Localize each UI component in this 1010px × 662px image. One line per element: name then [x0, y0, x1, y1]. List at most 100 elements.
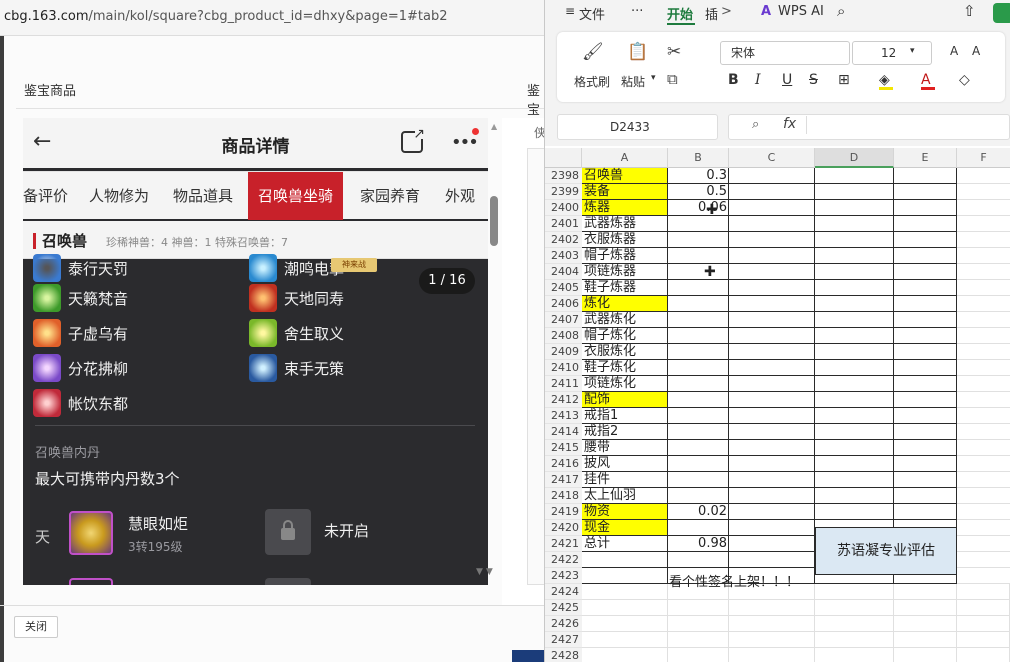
- cell-c[interactable]: [729, 232, 815, 248]
- cell-e[interactable]: [894, 632, 957, 648]
- cell-d[interactable]: [815, 616, 894, 632]
- skill-item[interactable]: 天地同寿: [249, 283, 344, 313]
- format-painter-label[interactable]: 格式刷: [574, 73, 610, 90]
- format-painter-icon[interactable]: 🖌: [582, 42, 604, 62]
- cell-d[interactable]: [815, 440, 894, 456]
- cell-a[interactable]: 炼器: [582, 200, 668, 216]
- cell-b[interactable]: [668, 280, 729, 296]
- strikethrough-icon[interactable]: S: [809, 72, 818, 88]
- cell-b[interactable]: [668, 648, 729, 662]
- cell-c[interactable]: [729, 296, 815, 312]
- cell-e[interactable]: [894, 248, 957, 264]
- cell-b[interactable]: [668, 616, 729, 632]
- skill-item[interactable]: 子虚乌有: [33, 318, 128, 348]
- close-button[interactable]: 关闭: [14, 616, 58, 638]
- column-header[interactable]: E: [894, 148, 957, 168]
- cell-f[interactable]: [957, 424, 1010, 440]
- paste-label[interactable]: 粘贴: [621, 73, 645, 90]
- underline-icon[interactable]: U: [782, 72, 792, 88]
- cell-a[interactable]: 披风: [582, 456, 668, 472]
- cell-a[interactable]: 装备: [582, 184, 668, 200]
- bold-icon[interactable]: B: [728, 72, 739, 88]
- cell-f[interactable]: [957, 168, 1010, 184]
- cell-f[interactable]: [957, 472, 1010, 488]
- cell-f[interactable]: [957, 200, 1010, 216]
- cell-b[interactable]: [668, 344, 729, 360]
- cell-e[interactable]: [894, 312, 957, 328]
- column-header[interactable]: A: [582, 148, 668, 168]
- cell-f[interactable]: [957, 632, 1010, 648]
- cell-e[interactable]: [894, 456, 957, 472]
- cell-c[interactable]: [729, 376, 815, 392]
- cell-a[interactable]: 召唤兽: [582, 168, 668, 184]
- cell-b[interactable]: [668, 632, 729, 648]
- cell-a[interactable]: 衣服炼器: [582, 232, 668, 248]
- cell-c[interactable]: [729, 488, 815, 504]
- column-header[interactable]: F: [957, 148, 1010, 168]
- cell-e[interactable]: [894, 328, 957, 344]
- cell-d[interactable]: [815, 216, 894, 232]
- cell-f[interactable]: [957, 392, 1010, 408]
- cell-e[interactable]: [894, 376, 957, 392]
- cell-d[interactable]: [815, 648, 894, 662]
- cell-e[interactable]: [894, 488, 957, 504]
- fill-color-icon[interactable]: ◈: [879, 72, 890, 88]
- cell-e[interactable]: [894, 264, 957, 280]
- paste-icon[interactable]: 📋: [627, 42, 648, 62]
- hamburger-icon[interactable]: ≡: [565, 4, 575, 18]
- tab-appearance[interactable]: 外观: [445, 172, 475, 220]
- cell-c[interactable]: [729, 168, 815, 184]
- cell-f[interactable]: [957, 376, 1010, 392]
- cell-e[interactable]: [894, 168, 957, 184]
- cell-c[interactable]: [729, 440, 815, 456]
- cell-b[interactable]: 0.98: [668, 536, 729, 552]
- cell-b[interactable]: [668, 424, 729, 440]
- neidan-icon[interactable]: [69, 511, 113, 555]
- decrease-font-icon[interactable]: A: [972, 44, 980, 58]
- cell-f[interactable]: [957, 600, 1010, 616]
- cell-f[interactable]: [957, 280, 1010, 296]
- cell-c[interactable]: [729, 360, 815, 376]
- url-text[interactable]: cbg.163.com/main/kol/square?cbg_product_…: [4, 9, 447, 24]
- cell-e[interactable]: [894, 408, 957, 424]
- name-box[interactable]: D2433: [557, 114, 718, 140]
- cell-e[interactable]: [894, 472, 957, 488]
- cell-e[interactable]: [894, 440, 957, 456]
- cell-e[interactable]: [894, 296, 957, 312]
- cell-f[interactable]: [957, 568, 1010, 584]
- cell-a[interactable]: 帽子炼化: [582, 328, 668, 344]
- cell-a[interactable]: [582, 616, 668, 632]
- cell-f[interactable]: [957, 216, 1010, 232]
- cell-d[interactable]: [815, 312, 894, 328]
- font-color-icon[interactable]: A: [921, 72, 931, 88]
- cell-b[interactable]: [668, 552, 729, 568]
- cell-a[interactable]: 挂件: [582, 472, 668, 488]
- cell-e[interactable]: [894, 232, 957, 248]
- cell-c[interactable]: [729, 216, 815, 232]
- cell-e[interactable]: [894, 280, 957, 296]
- cell-c[interactable]: [729, 312, 815, 328]
- menu-more[interactable]: ···: [631, 4, 643, 19]
- cell-a[interactable]: 物资: [582, 504, 668, 520]
- cell-d[interactable]: [815, 504, 894, 520]
- font-size-select[interactable]: 12: [852, 41, 932, 65]
- cell-e[interactable]: [894, 584, 957, 600]
- cell-e[interactable]: [894, 648, 957, 662]
- cell-d[interactable]: [815, 392, 894, 408]
- cell-f[interactable]: [957, 328, 1010, 344]
- cell-d[interactable]: [815, 232, 894, 248]
- cell-c[interactable]: [729, 456, 815, 472]
- cell-b[interactable]: 0.3: [668, 168, 729, 184]
- cell-e[interactable]: [894, 600, 957, 616]
- cell-d[interactable]: [815, 264, 894, 280]
- search-icon[interactable]: ⌕: [837, 2, 845, 20]
- cell-f[interactable]: [957, 520, 1010, 536]
- cell-d[interactable]: [815, 584, 894, 600]
- cell-c[interactable]: [729, 504, 815, 520]
- cell-d[interactable]: [815, 184, 894, 200]
- chevron-down-icon[interactable]: ▾: [651, 73, 656, 83]
- cell-f[interactable]: [957, 408, 1010, 424]
- eraser-icon[interactable]: ◇: [959, 72, 970, 88]
- address-bar[interactable]: cbg.163.com/main/kol/square?cbg_product_…: [0, 0, 544, 36]
- cell-b[interactable]: [668, 440, 729, 456]
